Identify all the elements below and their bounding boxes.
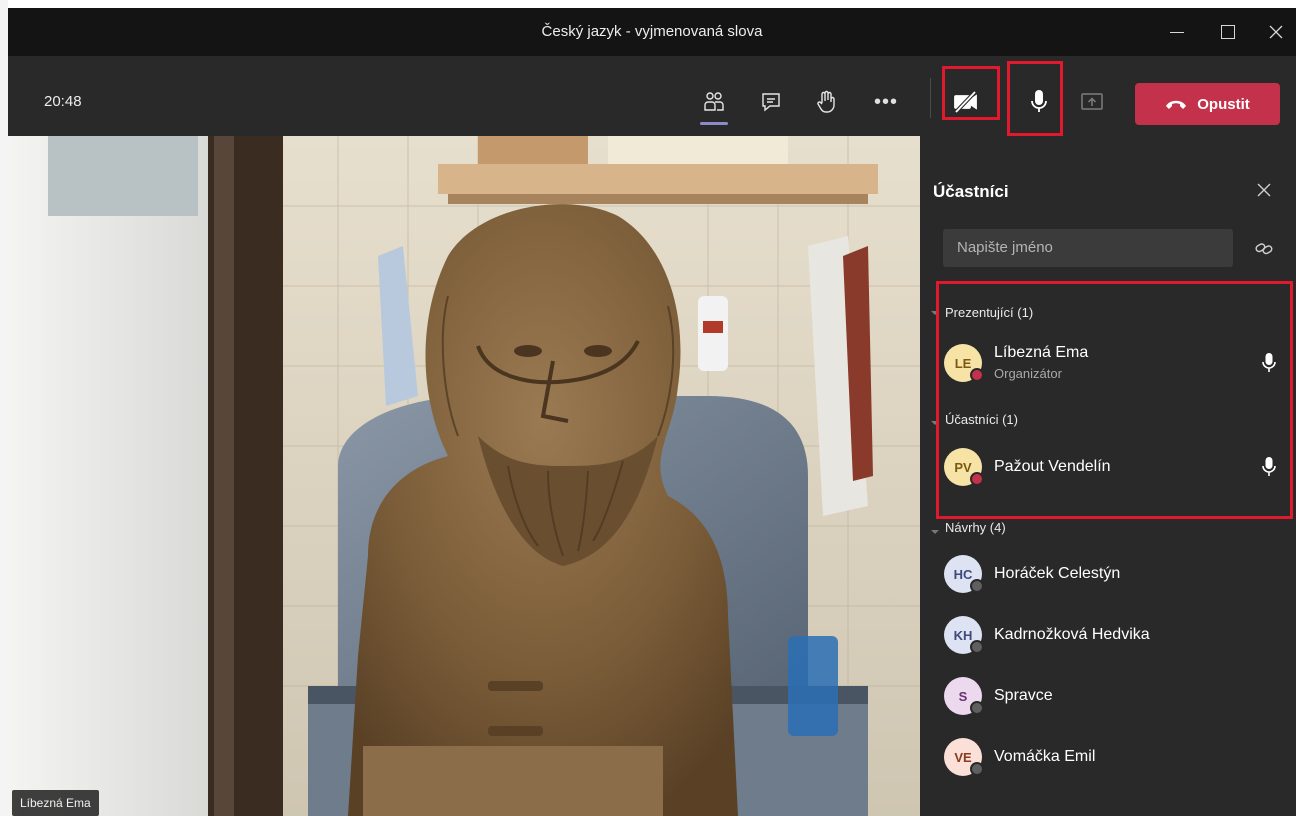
minimize-icon[interactable] <box>1157 16 1197 48</box>
toolbar-divider <box>930 78 931 118</box>
leave-button[interactable]: Opustit <box>1135 83 1280 125</box>
leave-button-label: Opustit <box>1197 95 1250 113</box>
participants-highlight-frame <box>936 281 1293 519</box>
more-icon[interactable]: ••• <box>868 84 904 120</box>
group-label-suggestions[interactable]: Návrhy (4) <box>945 520 1006 535</box>
maximize-icon[interactable] <box>1207 16 1247 48</box>
share-screen-icon[interactable] <box>1074 84 1110 120</box>
presence-offline-icon <box>970 579 984 593</box>
hang-up-icon <box>1166 100 1187 109</box>
close-panel-icon[interactable] <box>1254 180 1274 200</box>
group-caret-icon[interactable] <box>931 530 939 534</box>
participant-name: Spravce <box>994 687 1053 704</box>
suggested-participant-row[interactable]: VE Vomáčka Emil <box>944 736 1284 784</box>
participant-name: Horáček Celestýn <box>994 565 1121 582</box>
document-edge-top <box>0 0 1296 8</box>
video-frame-image <box>8 136 920 816</box>
document-edge-left <box>0 0 8 816</box>
people-icon[interactable] <box>696 84 732 125</box>
share-link-icon[interactable] <box>1255 240 1273 258</box>
suggested-participant-row[interactable]: HC Horáček Celestýn <box>944 553 1284 601</box>
presence-offline-icon <box>970 701 984 715</box>
call-duration: 20:48 <box>44 93 82 110</box>
microphone-highlight-frame <box>1007 61 1063 136</box>
raise-hand-icon[interactable] <box>808 84 844 120</box>
chat-icon[interactable] <box>753 84 789 120</box>
title-bar: Český jazyk - vyjmenovaná slova <box>8 8 1296 56</box>
participant-video <box>8 136 920 816</box>
camera-highlight-frame <box>942 66 1000 120</box>
suggested-participant-row[interactable]: S Spravce <box>944 675 1284 723</box>
window-title: Český jazyk - vyjmenovaná slova <box>541 23 763 40</box>
video-participant-name: Líbezná Ema <box>12 790 99 816</box>
presence-offline-icon <box>970 762 984 776</box>
call-toolbar: 20:48 ••• <box>8 56 1296 136</box>
suggested-participant-row[interactable]: KH Kadrnožková Hedvika <box>944 614 1284 662</box>
panel-title: Účastníci <box>933 182 1009 201</box>
participant-name: Kadrnožková Hedvika <box>994 626 1150 643</box>
search-input[interactable]: Napište jméno <box>943 229 1233 267</box>
presence-offline-icon <box>970 640 984 654</box>
close-icon[interactable] <box>1256 16 1296 48</box>
participant-name: Vomáčka Emil <box>994 748 1096 765</box>
